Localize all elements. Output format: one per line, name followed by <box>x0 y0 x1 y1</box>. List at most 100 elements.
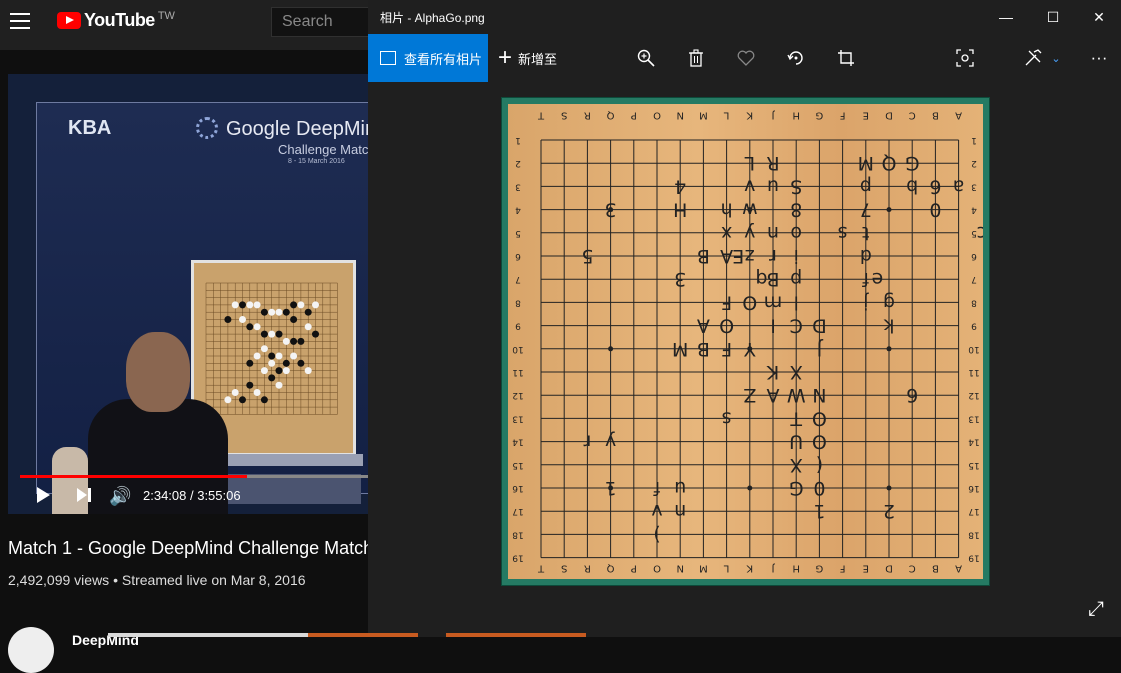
row-label-left: 19 <box>512 553 524 563</box>
move-mark: q <box>755 268 767 290</box>
favorite-icon[interactable] <box>734 46 758 70</box>
move-mark: n <box>767 222 779 244</box>
visual-search-icon[interactable] <box>953 46 977 70</box>
go-board: AABBCCDDEEFFGGHHJJKKLLMMNNOOPPQQRRSSTT11… <box>508 104 987 579</box>
edit-create-icon[interactable] <box>1022 46 1046 70</box>
move-mark: L <box>744 152 755 174</box>
video-player[interactable]: KBA Google DeepMind Challenge Match 8 - … <box>8 74 368 514</box>
move-mark: S <box>790 175 802 197</box>
move-mark: y <box>744 222 755 244</box>
move-mark: N <box>812 384 826 406</box>
move-mark: o <box>790 222 802 244</box>
move-mark: C <box>790 315 803 337</box>
fullscreen-icon[interactable]: ⤢ <box>1088 598 1104 621</box>
column-label-top: N <box>676 110 683 121</box>
move-mark: w <box>742 199 758 221</box>
demo-stone <box>253 352 261 360</box>
column-label-top: A <box>955 110 962 121</box>
demo-stone <box>253 323 261 331</box>
move-mark: O <box>812 431 827 453</box>
demo-stone <box>268 330 276 338</box>
move-mark: 2 <box>883 500 895 522</box>
move-mark: p <box>790 268 802 290</box>
move-mark: B <box>697 338 710 360</box>
video-progress-bar[interactable] <box>20 475 368 478</box>
move-mark: G <box>905 152 920 174</box>
add-to-button[interactable]: + 新增至 <box>498 34 557 82</box>
move-mark: A <box>697 315 710 337</box>
column-label-top: H <box>792 110 800 121</box>
zoom-icon[interactable] <box>634 46 658 70</box>
demo-stone <box>239 301 246 309</box>
youtube-logo[interactable]: YouTube TW <box>57 10 175 31</box>
move-mark: i <box>794 245 799 267</box>
column-label-top: T <box>537 110 545 121</box>
move-mark: r <box>583 431 591 453</box>
move-mark: A <box>767 384 780 406</box>
move-mark: j <box>863 291 869 313</box>
demo-stone <box>275 352 283 360</box>
row-label-left: 4 <box>515 205 521 215</box>
video-title: Match 1 - Google DeepMind Challenge Matc… <box>8 538 368 558</box>
row-label-right: 1 <box>971 135 977 145</box>
minimize-button[interactable]: — <box>983 0 1029 34</box>
row-label-right: 14 <box>968 437 980 447</box>
row-label-right: 10 <box>968 344 980 354</box>
row-label-left: 13 <box>512 413 523 423</box>
move-mark: ( <box>816 454 823 476</box>
move-mark: H <box>673 199 687 221</box>
play-icon[interactable] <box>37 487 50 503</box>
move-mark: E <box>732 245 744 267</box>
view-all-photos-button[interactable]: 查看所有相片 <box>368 34 488 82</box>
row-label-left: 17 <box>512 506 523 516</box>
demo-stone <box>260 367 268 375</box>
crop-icon[interactable] <box>834 46 858 70</box>
move-mark: u <box>767 175 779 197</box>
rotate-icon[interactable] <box>784 46 808 70</box>
move-mark: W <box>787 384 806 406</box>
close-button[interactable]: ✕ <box>1076 0 1121 34</box>
delete-icon[interactable] <box>684 46 708 70</box>
demo-stone <box>253 301 261 309</box>
menu-icon[interactable] <box>10 13 30 29</box>
star-point <box>886 207 892 213</box>
move-mark: p <box>860 175 872 197</box>
demo-stone <box>246 381 254 389</box>
maximize-button[interactable]: ☐ <box>1030 0 1076 34</box>
photo-toolbar: 查看所有相片 + 新增至 ⌄ ··· <box>368 34 1121 82</box>
demo-stone <box>290 352 298 360</box>
column-label-top: J <box>772 110 776 121</box>
video-time: 2:34:08 / 3:55:06 <box>143 488 241 503</box>
row-label-left: 8 <box>515 297 521 307</box>
channel-avatar[interactable] <box>8 627 54 673</box>
demo-stone <box>304 367 312 375</box>
demo-stone <box>260 308 268 316</box>
move-mark: n <box>674 500 686 522</box>
column-label-top: G <box>816 110 824 121</box>
demo-stone <box>304 308 312 316</box>
move-mark: l <box>794 291 799 313</box>
video-progress-fill <box>20 475 247 478</box>
move-mark: T <box>790 407 803 429</box>
move-mark: D <box>812 315 827 337</box>
next-icon[interactable] <box>77 488 93 504</box>
move-mark: 6 <box>929 175 941 197</box>
move-mark: u <box>674 477 686 499</box>
demo-stone <box>268 352 276 360</box>
chevron-down-icon[interactable]: ⌄ <box>1044 46 1068 70</box>
more-icon[interactable]: ··· <box>1087 46 1111 70</box>
move-mark: U <box>789 431 803 453</box>
move-mark: Y <box>744 338 757 360</box>
column-label-top: O <box>653 110 661 121</box>
column-label-bottom: A <box>955 563 962 574</box>
move-mark: s <box>838 222 848 244</box>
photo-icon <box>380 51 396 65</box>
window-title: 相片 - AlphaGo.png <box>380 11 485 25</box>
row-label-right: 3 <box>971 181 977 191</box>
move-mark: 5 <box>581 245 593 267</box>
go-board-image: AABBCCDDEEFFGGHHJJKKLLMMNNOOPPQQRRSSTT11… <box>501 97 990 586</box>
move-mark: m <box>764 291 783 313</box>
row-label-left: 10 <box>512 344 524 354</box>
move-mark: 6 <box>906 384 918 406</box>
volume-icon[interactable]: 🔊 <box>109 486 131 507</box>
